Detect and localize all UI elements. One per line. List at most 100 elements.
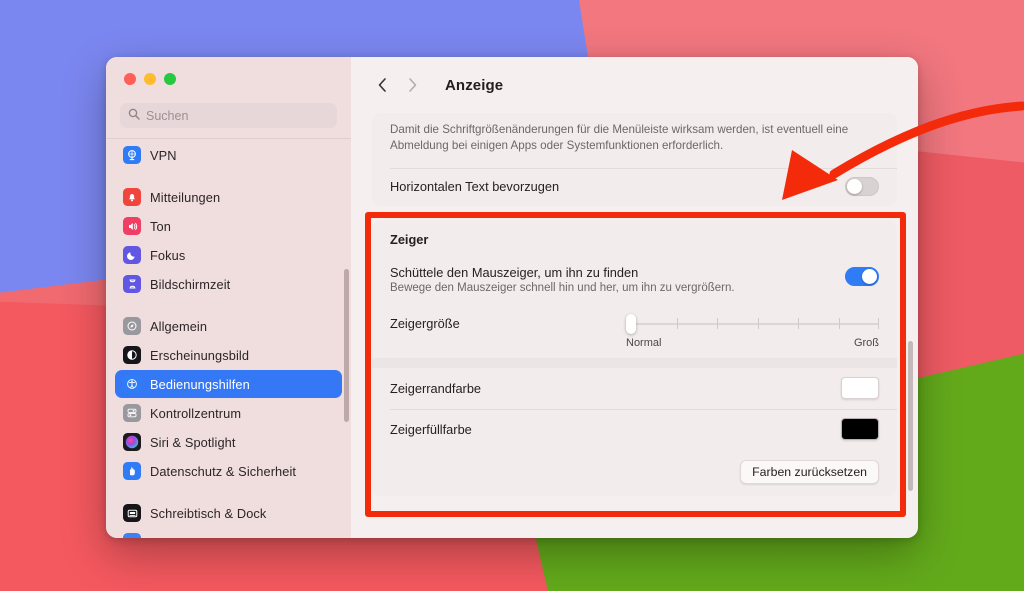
vpn-icon xyxy=(123,146,141,164)
sidebar-item-bildschirmzeit[interactable]: Bildschirmzeit xyxy=(115,270,342,298)
main-pane: Anzeige Damit die Schriftgrößenänderunge… xyxy=(351,57,918,538)
sidebar-item-label: Bedienungshilfen xyxy=(150,376,250,392)
page-title: Anzeige xyxy=(445,76,504,94)
main-scrollbar[interactable] xyxy=(908,341,913,491)
zoom-button[interactable] xyxy=(164,73,176,85)
sidebar-item-label: Bildschirmzeit xyxy=(150,276,231,292)
toggle-knob xyxy=(847,179,862,195)
desktop-dock-icon xyxy=(123,504,141,522)
sidebar-item-label: Erscheinungsbild xyxy=(150,347,250,363)
minimize-button[interactable] xyxy=(144,73,156,85)
pointer-fill-color-label: Zeigerfüllfarbe xyxy=(390,421,472,437)
sidebar: Suchen VPN Mitteilungen Ton Fokus Bildsc… xyxy=(106,57,351,538)
slider-tick xyxy=(877,317,879,329)
reset-colors-button[interactable]: Farben zurücksetzen xyxy=(740,459,879,484)
sidebar-item-vpn[interactable]: VPN xyxy=(115,141,342,169)
control-center-icon xyxy=(123,404,141,422)
toggle-knob xyxy=(862,268,877,284)
shake-pointer-row[interactable]: Schüttele den Mauszeiger, um ihn zu find… xyxy=(372,256,897,305)
sidebar-item-ton[interactable]: Ton xyxy=(115,212,342,240)
sidebar-nav-list: VPN Mitteilungen Ton Fokus Bildschirmzei… xyxy=(115,139,342,538)
slider-knob[interactable] xyxy=(626,313,636,334)
pointer-fill-color-row[interactable]: Zeigerfüllfarbe xyxy=(372,408,897,450)
slider-tick xyxy=(798,317,800,329)
toolbar: Anzeige xyxy=(351,57,918,113)
pointer-section-heading: Zeiger xyxy=(390,231,429,247)
slider-min-label: Normal xyxy=(626,336,662,349)
sidebar-item-label: Fokus xyxy=(150,247,186,263)
sidebar-item-label: Ton xyxy=(150,218,171,234)
appearance-icon xyxy=(123,346,141,364)
screentime-icon xyxy=(123,275,141,293)
sidebar-item-schreibtisch-dock[interactable]: Schreibtisch & Dock xyxy=(115,499,342,527)
system-settings-window: Suchen VPN Mitteilungen Ton Fokus Bildsc… xyxy=(106,57,918,538)
sidebar-item-siri-spotlight[interactable]: Siri & Spotlight xyxy=(115,428,342,456)
general-icon xyxy=(123,317,141,335)
pointer-outline-color-row[interactable]: Zeigerrandfarbe xyxy=(372,368,897,409)
sidebar-item-mitteilungen[interactable]: Mitteilungen xyxy=(115,183,342,211)
search-icon xyxy=(128,107,140,125)
menubar-font-note: Damit die Schriftgrößenänderungen für di… xyxy=(390,123,849,153)
sidebar-scrollbar[interactable] xyxy=(344,269,349,422)
shake-pointer-texts: Schüttele den Mauszeiger, um ihn zu find… xyxy=(390,265,845,294)
sidebar-item-label: Siri & Spotlight xyxy=(150,434,236,450)
focus-icon xyxy=(123,246,141,264)
shake-pointer-subtitle: Bewege den Mauszeiger schnell hin und he… xyxy=(390,281,735,294)
desktop-background: Suchen VPN Mitteilungen Ton Fokus Bildsc… xyxy=(0,0,1024,591)
pointer-fill-color-well[interactable] xyxy=(841,418,879,441)
sidebar-scroll-area[interactable]: VPN Mitteilungen Ton Fokus Bildschirmzei… xyxy=(106,139,351,538)
sidebar-item-label: Datenschutz & Sicherheit xyxy=(150,463,297,479)
sidebar-item-label: Schreibtisch & Dock xyxy=(150,505,267,521)
horizontal-text-label: Horizontalen Text bevorzugen xyxy=(390,179,560,195)
settings-content: Damit die Schriftgrößenänderungen für di… xyxy=(351,113,918,538)
pointer-outline-color-label: Zeigerrandfarbe xyxy=(390,380,482,396)
sidebar-item-label: Allgemein xyxy=(150,318,208,334)
shake-pointer-title: Schüttele den Mauszeiger, um ihn zu find… xyxy=(390,264,639,280)
slider-track-wrap[interactable] xyxy=(626,313,879,334)
reset-colors-row: Farben zurücksetzen xyxy=(372,450,897,496)
card-gap xyxy=(372,206,897,220)
sidebar-item-fokus[interactable]: Fokus xyxy=(115,241,342,269)
window-controls xyxy=(106,57,351,101)
pointer-outline-color-well[interactable] xyxy=(841,377,879,400)
slider-captions: Normal Groß xyxy=(626,337,879,349)
text-size-card: Damit die Schriftgrößenänderungen für di… xyxy=(372,113,897,206)
forward-button[interactable] xyxy=(399,72,425,98)
pointer-size-row[interactable]: Zeigergröße Normal Groß xyxy=(372,305,897,358)
close-button[interactable] xyxy=(124,73,136,85)
privacy-icon xyxy=(123,462,141,480)
sidebar-item-bedienungshilfen[interactable]: Bedienungshilfen xyxy=(115,370,342,398)
slider-tick xyxy=(676,317,678,329)
slider-tick xyxy=(838,317,840,329)
sidebar-item-erscheinungsbild[interactable]: Erscheinungsbild xyxy=(115,341,342,369)
sidebar-item-allgemein[interactable]: Allgemein xyxy=(115,312,342,340)
siri-icon xyxy=(123,433,141,451)
horizontal-text-row[interactable]: Horizontalen Text bevorzugen xyxy=(372,167,897,206)
slider-max-label: Groß xyxy=(853,336,879,349)
slider-tick xyxy=(717,317,719,329)
notifications-icon xyxy=(123,188,141,206)
pointer-size-slider[interactable]: Normal Groß xyxy=(620,313,879,349)
sidebar-item-datenschutz-sicherheit[interactable]: Datenschutz & Sicherheit xyxy=(115,457,342,485)
back-button[interactable] xyxy=(369,72,395,98)
sidebar-item-label: Kontrollzentrum xyxy=(150,405,242,421)
sidebar-item-label: VPN xyxy=(150,147,177,163)
sidebar-item-kontrollzentrum[interactable]: Kontrollzentrum xyxy=(115,399,342,427)
sidebar-item-label: Mitteilungen xyxy=(150,189,221,205)
horizontal-text-toggle[interactable] xyxy=(845,177,879,197)
search-placeholder: Suchen xyxy=(146,108,189,123)
pointer-card: Zeiger Schüttele den Mauszeiger, um ihn … xyxy=(372,219,897,496)
sound-icon xyxy=(123,217,141,235)
row-separator xyxy=(390,408,897,410)
shake-pointer-toggle[interactable] xyxy=(845,266,879,286)
search-container: Suchen xyxy=(106,101,351,138)
row-separator xyxy=(390,167,897,169)
accessibility-icon xyxy=(123,375,141,393)
sidebar-item-partial[interactable] xyxy=(115,528,342,538)
slider-tick xyxy=(757,317,759,329)
search-input[interactable]: Suchen xyxy=(120,103,337,128)
section-gap xyxy=(372,357,897,368)
